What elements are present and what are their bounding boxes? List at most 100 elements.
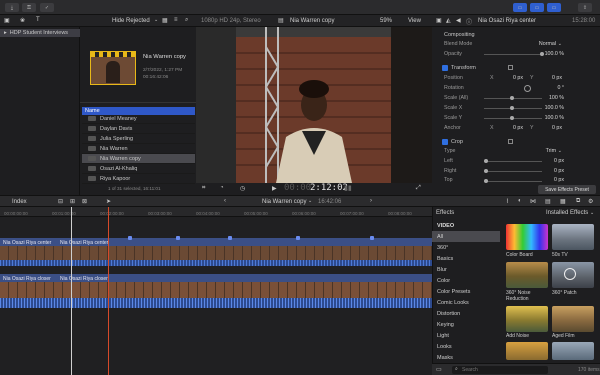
effect-category[interactable]: Color Presets: [432, 286, 500, 297]
insert-clip-icon[interactable]: ⊞: [70, 198, 75, 205]
effect-category[interactable]: 360°: [432, 242, 500, 253]
crop-top-slider[interactable]: [484, 181, 542, 182]
effect-thumbnail[interactable]: [506, 224, 548, 250]
position-y-value[interactable]: 0 px: [552, 75, 562, 81]
effect-category[interactable]: Masks: [432, 352, 500, 363]
effects-browser-icon[interactable]: ▦: [560, 198, 566, 205]
clip-appearance-icon[interactable]: ▤: [545, 198, 551, 205]
rotation-dial[interactable]: [524, 84, 531, 92]
installed-effects-dropdown[interactable]: Installed Effects: [546, 210, 588, 216]
list-item[interactable]: Riya Kapoor: [82, 174, 195, 184]
select-tool-icon[interactable]: ➤: [106, 198, 111, 205]
marker-icon[interactable]: [370, 236, 374, 240]
view-dropdown[interactable]: View: [408, 18, 421, 24]
crop-section[interactable]: Crop: [438, 137, 600, 146]
index-button[interactable]: Index: [12, 199, 27, 205]
gear-icon[interactable]: ⚙: [588, 198, 593, 205]
opacity-value[interactable]: 100.0 %: [545, 51, 564, 57]
layout-browser-toggle[interactable]: ▭: [513, 3, 527, 12]
share-button[interactable]: ⇪: [578, 3, 592, 12]
crop-top-value[interactable]: 0 px: [554, 177, 564, 183]
scale-y-value[interactable]: 100.0 %: [545, 115, 564, 121]
photos-icon[interactable]: ❀: [20, 17, 25, 24]
titles-icon[interactable]: T: [36, 17, 40, 23]
play-icon[interactable]: ▶: [272, 185, 277, 192]
crop-left-slider[interactable]: [484, 161, 542, 162]
onscreen-control-icon[interactable]: [508, 139, 513, 144]
list-item[interactable]: Nia Warren: [82, 144, 195, 154]
effect-thumbnail[interactable]: [552, 262, 594, 288]
filter-inspector-icon[interactable]: ◭: [446, 17, 451, 24]
slider-knob[interactable]: [510, 96, 514, 100]
list-item[interactable]: Julia Sperling: [82, 134, 195, 144]
marker-icon[interactable]: [296, 236, 300, 240]
crop-type-dropdown[interactable]: Trim: [546, 148, 556, 154]
crop-right-value[interactable]: 0 px: [554, 168, 564, 174]
effect-thumbnail[interactable]: [506, 306, 548, 332]
effect-category[interactable]: Looks: [432, 341, 500, 352]
scale-all-value[interactable]: 100 %: [549, 95, 564, 101]
opacity-slider[interactable]: [484, 54, 542, 55]
slider-knob[interactable]: [510, 116, 514, 120]
speed-icon[interactable]: ◷: [240, 185, 245, 192]
layout-timeline-toggle[interactable]: ▭: [530, 3, 544, 12]
transform-tool-icon[interactable]: ⌗: [202, 185, 205, 192]
checkbox-icon[interactable]: [442, 64, 448, 71]
fullscreen-icon[interactable]: ⤢: [416, 185, 421, 192]
blend-mode-dropdown[interactable]: Normal: [539, 41, 556, 47]
effect-thumbnail[interactable]: [552, 224, 594, 250]
effect-thumbnail[interactable]: [552, 306, 594, 332]
list-item[interactable]: Daniel Meaney: [82, 114, 195, 124]
sidebar-toggle-icon[interactable]: ▣: [4, 17, 10, 24]
import-button[interactable]: ⤓: [5, 3, 19, 12]
anchor-y-value[interactable]: 0 px: [552, 125, 562, 131]
viewer-canvas[interactable]: [196, 27, 432, 183]
effect-thumbnail[interactable]: [552, 342, 594, 360]
filter-dropdown[interactable]: Hide Rejected: [112, 18, 150, 24]
slider-knob[interactable]: [484, 179, 488, 183]
effect-category-all[interactable]: All: [432, 231, 500, 242]
effect-category[interactable]: Light: [432, 330, 500, 341]
position-x-value[interactable]: 0 px: [513, 75, 523, 81]
enhance-icon[interactable]: ◔: [220, 185, 224, 191]
slider-knob[interactable]: [484, 159, 488, 163]
effect-category[interactable]: Color: [432, 275, 500, 286]
rotation-value[interactable]: 0 °: [557, 85, 564, 91]
scale-x-value[interactable]: 100.0 %: [545, 105, 564, 111]
anchor-x-value[interactable]: 0 px: [513, 125, 523, 131]
crop-right-slider[interactable]: [484, 171, 542, 172]
save-effects-preset-button[interactable]: Save Effects Preset: [538, 185, 596, 194]
marker-icon[interactable]: [128, 236, 132, 240]
crop-left-value[interactable]: 0 px: [554, 158, 564, 164]
filmstrip-view-icon[interactable]: ▦: [162, 17, 168, 24]
effect-category[interactable]: Distortion: [432, 308, 500, 319]
background-tasks-button[interactable]: ✓: [40, 3, 54, 12]
clip-thumbnail[interactable]: [90, 51, 136, 85]
search-icon[interactable]: ⌕: [185, 17, 188, 24]
append-clip-icon[interactable]: ⊟: [58, 198, 63, 205]
transitions-browser-icon[interactable]: ⧉: [576, 198, 580, 205]
back-arrow-icon[interactable]: ‹: [224, 198, 226, 204]
sidebar-toggle-icon[interactable]: ▭: [436, 366, 442, 373]
forward-arrow-icon[interactable]: ›: [370, 198, 372, 204]
effect-category[interactable]: Keying: [432, 319, 500, 330]
zoom-dropdown[interactable]: 59%: [380, 18, 392, 24]
effect-category[interactable]: Comic Looks: [432, 297, 500, 308]
video-inspector-icon[interactable]: ▣: [436, 17, 442, 24]
list-item[interactable]: Daylan Davis: [82, 124, 195, 134]
solo-icon[interactable]: ◐: [518, 198, 522, 204]
effect-thumbnail[interactable]: [506, 342, 548, 360]
transform-section[interactable]: Transform: [438, 63, 600, 72]
effect-thumbnail[interactable]: [506, 262, 548, 288]
effect-category[interactable]: Basics: [432, 253, 500, 264]
audio-inspector-icon[interactable]: ◀: [456, 17, 461, 24]
onscreen-control-icon[interactable]: [508, 65, 513, 70]
overwrite-clip-icon[interactable]: ⊠: [82, 198, 87, 205]
timecode-display[interactable]: 2:12:02: [310, 183, 348, 193]
effects-search-input[interactable]: [462, 366, 546, 374]
keywords-button[interactable]: ⚿: [22, 3, 36, 12]
layout-inspector-toggle[interactable]: ▭: [547, 3, 561, 12]
project-name[interactable]: Nia Warren copy: [262, 199, 306, 205]
compositing-section[interactable]: Compositing: [438, 30, 600, 39]
effect-category[interactable]: Blur: [432, 264, 500, 275]
